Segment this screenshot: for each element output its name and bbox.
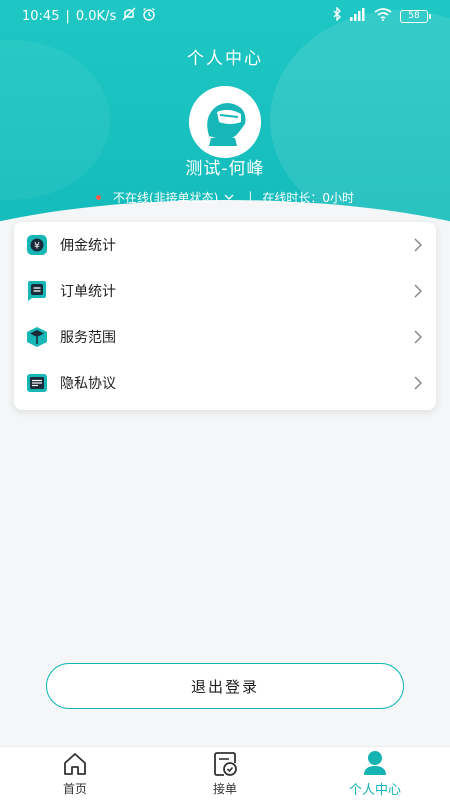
svg-text:¥: ¥ [34, 242, 40, 252]
person-icon [361, 749, 389, 777]
menu-item-orders[interactable]: 订单统计 [14, 268, 436, 314]
work-status-row: 不在线(非接单状态) | 在线时长：0小时 [0, 188, 450, 206]
yuan-coin-icon: ¥ [26, 234, 48, 256]
work-status-dropdown[interactable]: 不在线(非接单状态) [113, 189, 218, 206]
menu-item-label: 服务范围 [60, 330, 116, 346]
network-speed: 0.0K/s [75, 8, 117, 24]
wifi-icon [374, 7, 392, 25]
helmet-avatar-icon [189, 86, 261, 158]
chevron-right-icon [412, 376, 424, 390]
tab-profile[interactable]: 个人中心 [300, 747, 450, 800]
tab-label: 接单 [212, 782, 237, 796]
battery-icon: 58 [400, 9, 431, 23]
tab-label: 首页 [62, 782, 87, 796]
status-separator: | [248, 190, 253, 204]
chevron-right-icon [412, 284, 424, 298]
clock: 10:45 [22, 8, 60, 24]
tab-home[interactable]: 首页 [0, 747, 150, 800]
page-title: 个人中心 [187, 49, 263, 69]
mute-icon [122, 7, 136, 25]
order-chat-icon [26, 280, 48, 302]
document-icon [26, 372, 48, 394]
alarm-icon [142, 7, 156, 25]
system-status-bar: 10:45 | 0.0K/s 58 [0, 0, 450, 32]
menu-item-service-area[interactable]: 服务范围 [14, 314, 436, 360]
bluetooth-icon [332, 6, 342, 25]
menu-item-label: 佣金统计 [60, 238, 116, 254]
user-name: 测试-何峰 [185, 159, 265, 179]
order-check-icon [211, 750, 239, 778]
status-divider: | [65, 8, 70, 24]
chevron-right-icon [412, 330, 424, 344]
menu-item-label: 订单统计 [60, 284, 116, 300]
menu-item-commission[interactable]: ¥ 佣金统计 [14, 222, 436, 268]
status-dot [95, 194, 101, 200]
online-duration: 在线时长：0小时 [262, 190, 355, 205]
package-box-icon [26, 326, 48, 348]
tab-orders[interactable]: 接单 [150, 747, 300, 800]
signal-icon [350, 7, 366, 25]
avatar[interactable] [189, 86, 261, 158]
menu-item-privacy[interactable]: 隐私协议 [14, 360, 436, 406]
tab-label: 个人中心 [348, 783, 401, 798]
menu-item-label: 隐私协议 [60, 376, 116, 392]
menu-card: ¥ 佣金统计 订单统计 服务范围 隐私协议 [14, 222, 436, 410]
home-icon [61, 750, 89, 778]
logout-button[interactable]: 退出登录 [46, 663, 404, 709]
chevron-down-icon[interactable] [224, 192, 234, 203]
bottom-tab-bar: 首页 接单 个人中心 [0, 746, 450, 800]
chevron-right-icon [412, 238, 424, 252]
